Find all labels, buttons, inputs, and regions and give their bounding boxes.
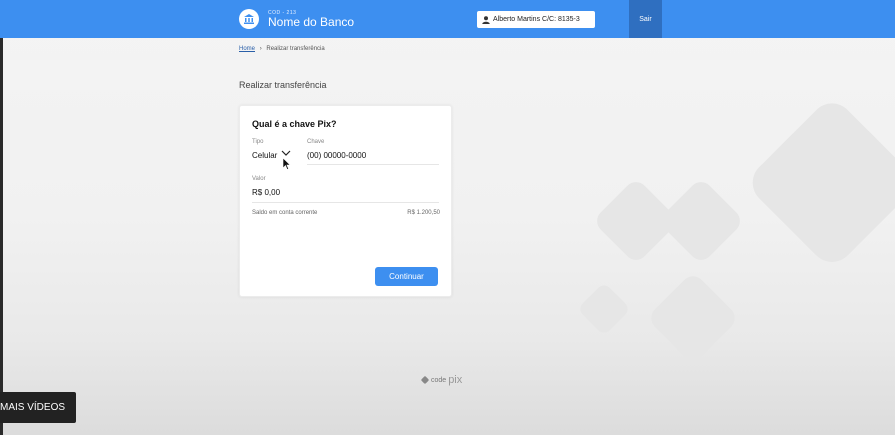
chevron-down-icon[interactable] (281, 150, 291, 156)
breadcrumb-home-link[interactable]: Home (239, 46, 255, 52)
background-decoration (580, 103, 895, 360)
codepix-logo: code pix (421, 374, 462, 386)
account-label: Alberto Martins C/C: 8135-3 (493, 16, 580, 23)
more-videos-label: MAIS VÍDEOS (0, 402, 66, 413)
key-input[interactable]: (00) 00000-0000 (307, 151, 366, 160)
amount-input-underline (252, 202, 439, 203)
logo-text: code (431, 376, 447, 384)
type-select[interactable]: Celular (252, 151, 277, 160)
codepix-logo-icon (421, 376, 429, 384)
breadcrumb-current: Realizar transferência (266, 46, 325, 52)
logo-pix: pix (448, 374, 463, 386)
amount-input[interactable]: R$ 0,00 (252, 188, 280, 197)
key-input-underline (307, 164, 439, 165)
bank-icon (239, 9, 259, 29)
breadcrumb: Home › Realizar transferência (239, 46, 325, 52)
window-edge (0, 0, 3, 435)
type-label: Tipo (252, 139, 264, 145)
amount-label: Valor (252, 176, 266, 182)
mouse-cursor-icon (283, 158, 291, 170)
transfer-card: Qual é a chave Pix? Tipo Celular Chave (… (239, 105, 452, 297)
card-question: Qual é a chave Pix? (252, 119, 337, 129)
page-title: Realizar transferência (239, 80, 327, 90)
more-videos-button[interactable]: MAIS VÍDEOS (0, 392, 76, 423)
account-info: Alberto Martins C/C: 8135-3 (477, 11, 595, 28)
balance-value: R$ 1.200,50 (407, 210, 440, 216)
top-navbar (0, 0, 895, 38)
logout-button[interactable]: Sair (629, 0, 662, 38)
continue-button[interactable]: Continuar (375, 267, 438, 286)
bank-name: Nome do Banco (268, 15, 355, 29)
key-label: Chave (307, 139, 325, 145)
balance-label: Saldo em conta corrente (252, 210, 318, 216)
breadcrumb-separator: › (259, 46, 262, 52)
user-icon (482, 15, 490, 24)
